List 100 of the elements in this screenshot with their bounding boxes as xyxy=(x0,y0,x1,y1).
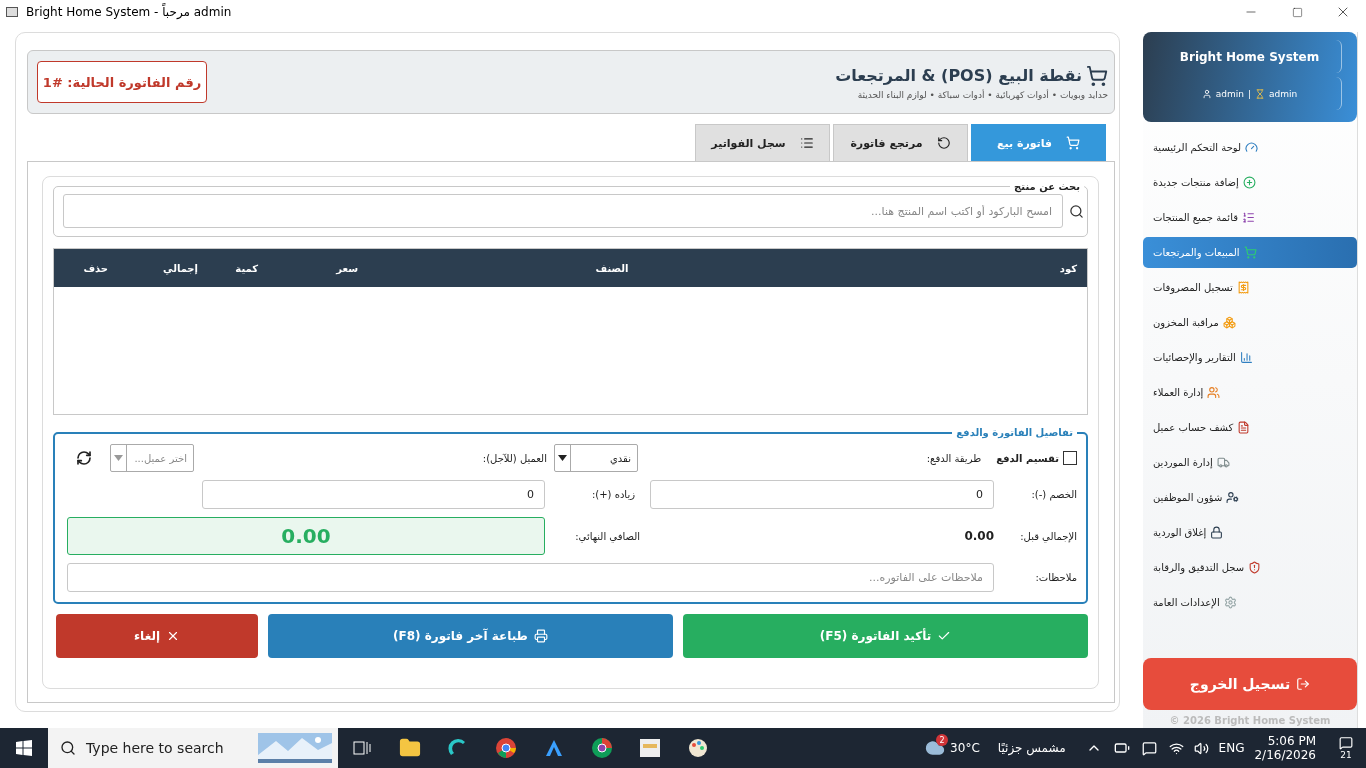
sidebar-item[interactable]: مراقبة المخزون xyxy=(1143,307,1357,338)
tab[interactable]: سجل الفواتير xyxy=(695,124,830,161)
gear-icon xyxy=(1223,596,1237,609)
sidebar-item[interactable]: إدارة الموردين xyxy=(1143,447,1357,478)
column-header: الصنف xyxy=(594,262,630,274)
search-icon xyxy=(1069,203,1084,219)
check-icon xyxy=(937,629,952,643)
undo-icon xyxy=(936,136,951,150)
invoice-number: رقم الفاتورة الحالية: #1 xyxy=(37,61,207,103)
field-label: الإجمالي قبل: xyxy=(1019,530,1077,542)
cart-icon xyxy=(1086,64,1108,87)
refresh-icon[interactable] xyxy=(76,450,92,466)
window-title: Bright Home System - مرحباً admin xyxy=(26,5,233,19)
separator: | xyxy=(1247,88,1251,99)
battery-icon xyxy=(1113,740,1130,756)
group-label: بحث عن منتج xyxy=(1013,181,1081,192)
receipt-icon xyxy=(1236,281,1250,294)
total-before-value: 0.00 xyxy=(964,529,994,543)
customer-dropdown[interactable]: اختر عميل... xyxy=(110,444,194,472)
cancel-button[interactable]: إلغاء xyxy=(56,614,258,658)
column-header: كمية xyxy=(234,262,259,274)
users-icon xyxy=(1207,386,1221,399)
cart-icon xyxy=(1243,246,1257,259)
caret-icon xyxy=(114,455,123,461)
weather-icon[interactable] xyxy=(925,738,946,758)
field-label: زياده (+): xyxy=(590,489,636,500)
notification-badge: 2 xyxy=(936,734,949,746)
tab[interactable]: مرتجع فاتورة xyxy=(833,124,968,161)
taskbar-search-field[interactable]: Type here to search xyxy=(48,728,338,768)
print-button[interactable]: طباعة آخر فاتورة (F8) xyxy=(268,614,673,658)
sidebar-item[interactable]: سجل التدقيق والرقابة xyxy=(1143,552,1357,583)
sidebar-item[interactable]: قائمة جميع المنتجات xyxy=(1143,202,1357,233)
language: ENG xyxy=(1218,741,1245,755)
chat-icon xyxy=(1141,740,1157,756)
notifications-icon[interactable] xyxy=(1339,736,1353,750)
gauge-icon xyxy=(1245,141,1259,154)
wifi-icon xyxy=(1168,740,1184,756)
sidebar-item[interactable]: لوحة التحكم الرئيسية xyxy=(1143,132,1357,163)
column-header: كود xyxy=(1058,262,1078,274)
field-label: ملاحظات: xyxy=(1034,572,1077,583)
addition-field[interactable]: 0 xyxy=(202,480,545,509)
app-icon xyxy=(6,6,18,18)
palette-icon[interactable] xyxy=(687,737,709,759)
sidebar-item[interactable]: المبيعات والمرتجعات xyxy=(1143,237,1357,268)
discount-field[interactable]: 0 xyxy=(650,480,994,509)
payment-method-dropdown[interactable]: نقدي xyxy=(553,444,638,472)
weather-text: مشمس جزئيًا xyxy=(997,741,1066,755)
sidebar-item[interactable]: شؤون الموظفين xyxy=(1143,482,1357,513)
group-label: تفاصيل الفاتورة والدفع xyxy=(955,427,1074,438)
checkbox[interactable] xyxy=(1063,451,1077,465)
logout-icon xyxy=(1296,677,1311,691)
notes-field[interactable]: ملاحظات على الفاتوره... xyxy=(67,563,994,592)
logout-button[interactable]: تسجيل الخروج xyxy=(1143,658,1357,710)
page-title: نقطة البيع (POS) & المرتجعات xyxy=(835,66,1082,85)
list-icon xyxy=(1242,211,1255,224)
browser-icon[interactable] xyxy=(495,737,517,759)
column-header: إجمالي xyxy=(162,262,199,274)
user-role: admin xyxy=(1269,88,1298,99)
notification-count: 21 xyxy=(1340,750,1352,760)
sidebar-item[interactable]: الإعدادات العامة xyxy=(1143,587,1357,618)
document-icon xyxy=(1237,421,1251,434)
boxes-icon xyxy=(1222,316,1236,329)
volume-icon xyxy=(1193,740,1209,756)
browser-icon[interactable] xyxy=(591,737,613,759)
copyright-text: © 2026 Bright Home System xyxy=(1168,714,1332,728)
field-label: الصافي النهائي: xyxy=(574,530,641,542)
caret-icon xyxy=(557,455,567,461)
app-name: Bright Home System xyxy=(1179,49,1320,64)
list-icon xyxy=(799,136,814,150)
clock-time: 5:06 PM xyxy=(1267,734,1316,748)
shield-icon xyxy=(1248,561,1262,574)
sidebar-item[interactable]: التقارير والإحصائيات xyxy=(1143,342,1357,373)
hourglass-icon xyxy=(1255,88,1265,99)
column-header: سعر xyxy=(334,262,359,274)
field-label: طريقة الدفع: xyxy=(926,452,982,464)
cart-icon xyxy=(1066,136,1081,150)
field-label: تقسيم الدفع xyxy=(996,452,1059,464)
column-header: حذف xyxy=(82,262,109,274)
sidebar-item[interactable]: إدارة العملاء xyxy=(1143,377,1357,408)
chart-icon xyxy=(1239,351,1253,364)
printer-icon xyxy=(533,629,548,643)
user-name: admin xyxy=(1215,88,1244,99)
sidebar-item[interactable]: تسجيل المصروفات xyxy=(1143,272,1357,303)
app-icon[interactable] xyxy=(544,738,564,758)
sidebar-item[interactable]: إضافة منتجات جديدة xyxy=(1143,167,1357,198)
field-label: العميل (للآجل): xyxy=(482,452,547,464)
sidebar-item[interactable]: كشف حساب عميل xyxy=(1143,412,1357,443)
net-total: 0.00 xyxy=(67,517,545,555)
truck-icon xyxy=(1216,456,1230,469)
sidebar-item[interactable]: إغلاق الوردية xyxy=(1143,517,1357,548)
start-button[interactable] xyxy=(16,740,32,756)
user-icon xyxy=(1226,491,1240,504)
task-view-icon[interactable] xyxy=(353,741,371,755)
temperature: 30°C xyxy=(950,741,980,755)
lock-icon xyxy=(1210,526,1224,539)
maximize-icon xyxy=(1291,6,1303,18)
page-subtitle: حدايد وبويات • أدوات كهربائية • أدوات سباكة • لوازم البناء الحديثة xyxy=(856,89,1108,100)
document-icon[interactable] xyxy=(638,736,662,760)
folder-icon[interactable] xyxy=(399,737,421,759)
user-icon xyxy=(1201,88,1212,99)
